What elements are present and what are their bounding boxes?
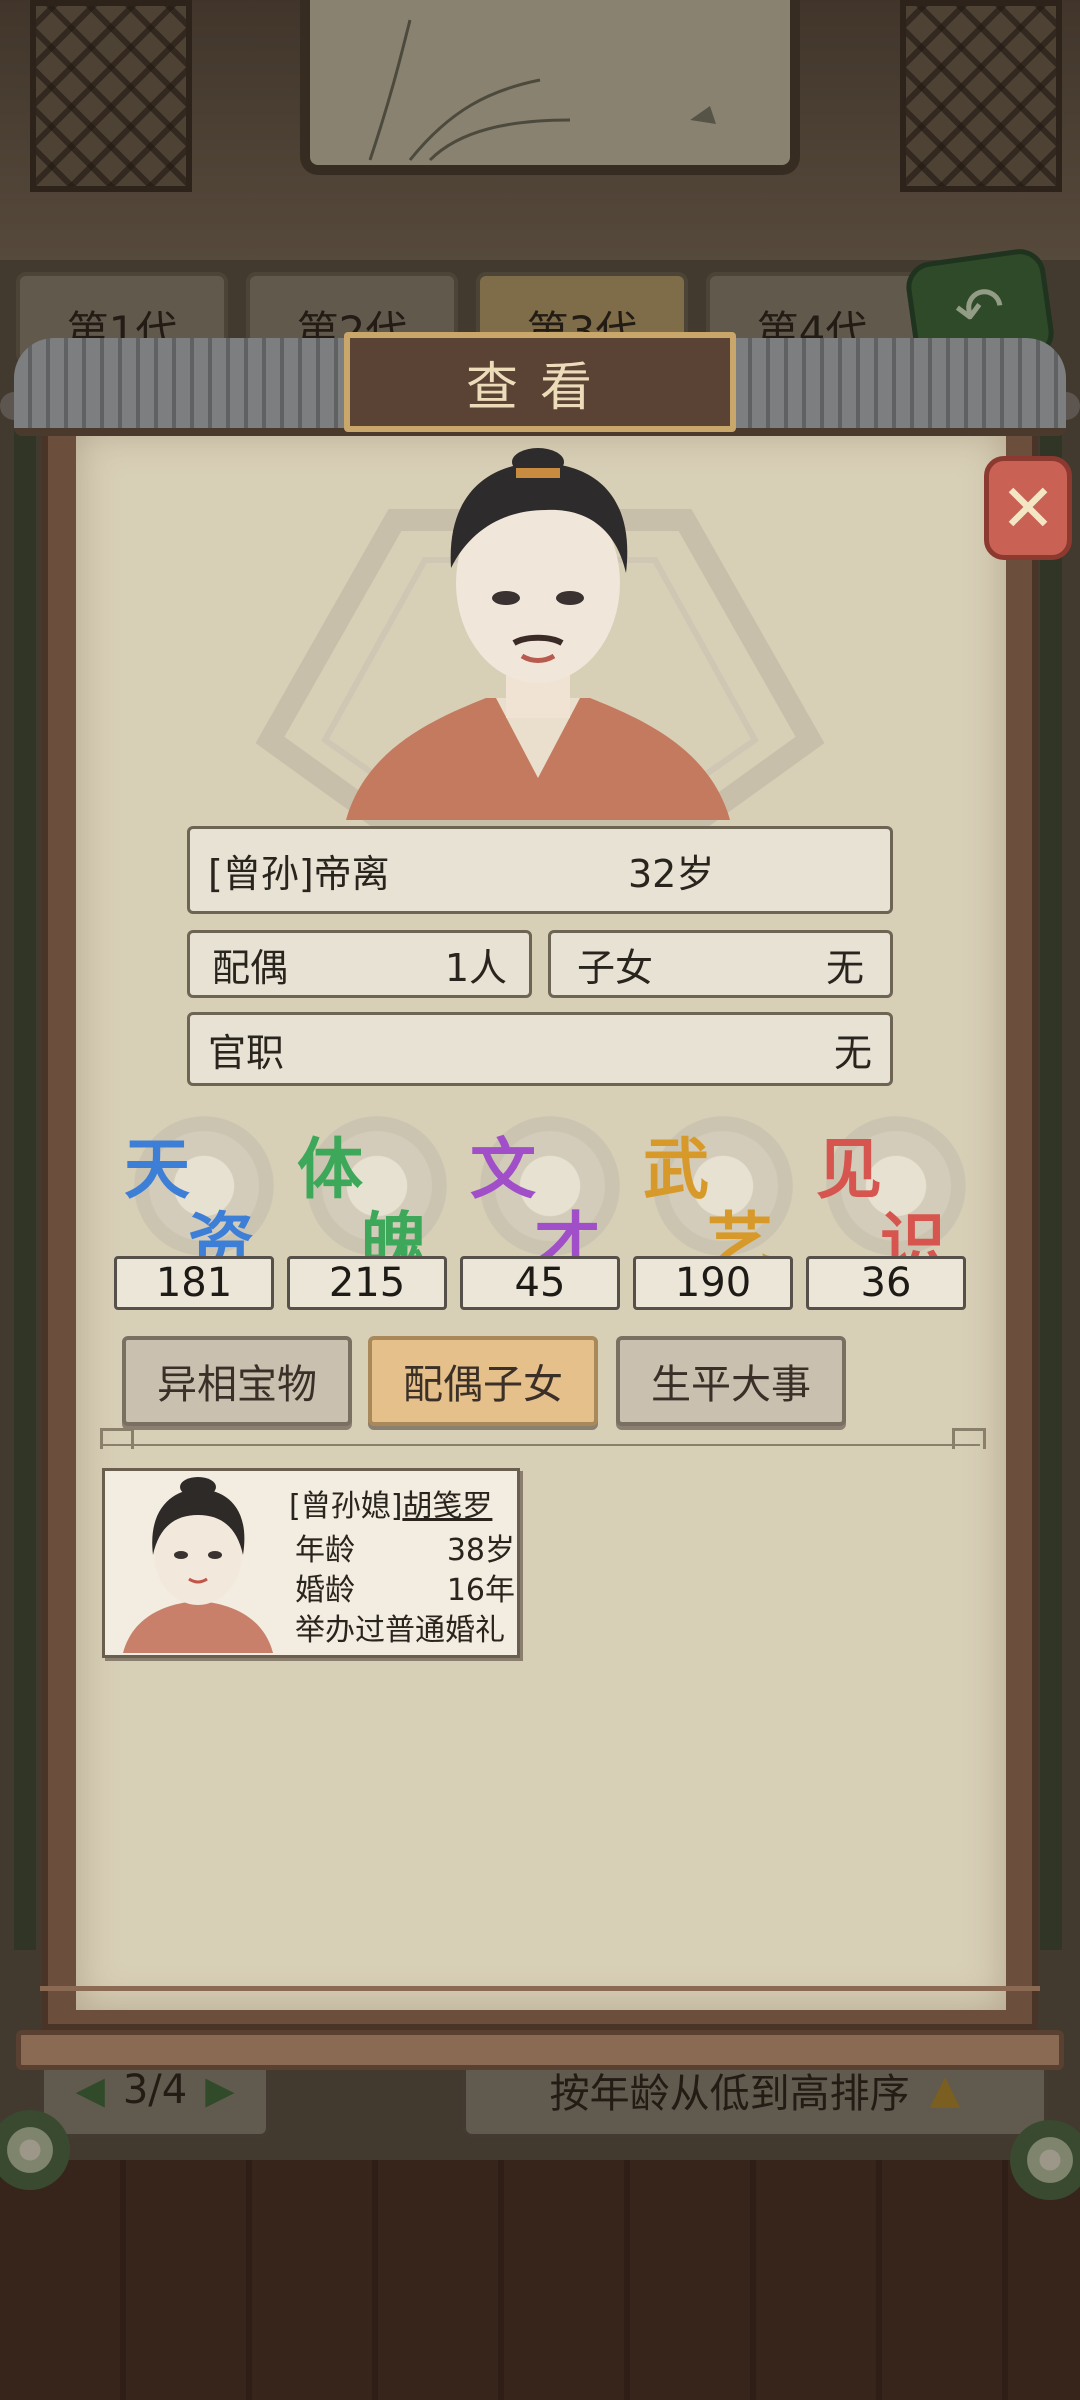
bottom-rail-top [40,1986,1040,2035]
name-age-box: [曾孙]帝离 32岁 [187,826,893,914]
marriage-years-row: 婚龄 16年 [295,1565,515,1609]
children-value: 无 [825,945,864,990]
stat-value: 181 [114,1256,274,1310]
stat-label-char: 天 [124,1130,190,1208]
divider-corner-right [952,1428,986,1449]
bottom-rail [16,2030,1064,2070]
spouse-card[interactable]: [曾孙媳]胡笺罗 年龄 38岁 婚龄 16年 举办过普通婚礼 [102,1468,520,1658]
tab-treasures[interactable]: 异相宝物 [122,1336,352,1426]
post-label: 官职 [208,1030,285,1075]
tab-spouse-children[interactable]: 配偶子女 [368,1336,598,1426]
close-button[interactable]: ✕ [984,456,1072,560]
character-name: [曾孙]帝离 [208,851,390,896]
spouse-age-row: 年龄 38岁 [295,1525,515,1569]
official-post-box: 官职 无 [187,1012,893,1086]
spouse-count-box: 配偶 1人 [187,930,532,998]
section-divider [100,1444,980,1446]
spouse-name: [曾孙媳]胡笺罗 [289,1481,492,1525]
close-icon: ✕ [1000,469,1056,547]
spouse-age-value: 38岁 [446,1533,515,1568]
stat-value: 45 [460,1256,620,1310]
children-label: 子女 [577,945,654,990]
spouse-portrait [123,1477,273,1653]
stat-value: 36 [806,1256,966,1310]
marriage-label: 婚龄 [295,1573,355,1608]
tab-life-events[interactable]: 生平大事 [616,1336,846,1426]
character-age: 32岁 [628,851,715,896]
stat-value: 215 [287,1256,447,1310]
post-value: 无 [833,1030,872,1075]
spouse-name-link[interactable]: 胡笺罗 [402,1489,492,1524]
spouse-label: 配偶 [212,945,289,990]
children-count-box: 子女 无 [548,930,893,998]
spouse-age-label: 年龄 [295,1533,355,1568]
character-portrait [346,448,730,820]
stat-label-char: 体 [297,1130,363,1208]
stat-value: 190 [633,1256,793,1310]
stat-label-char: 武 [643,1130,709,1208]
spouse-relation: [曾孙媳] [289,1489,403,1524]
dialog-title: 查看 [344,332,736,432]
stat-label-char: 文 [470,1130,536,1208]
divider-corner-left [100,1428,134,1449]
wedding-note: 举办过普通婚礼 [295,1613,505,1648]
stat-label-char: 见 [816,1130,882,1208]
spouse-value: 1人 [444,945,507,990]
marriage-value: 16年 [446,1573,515,1608]
